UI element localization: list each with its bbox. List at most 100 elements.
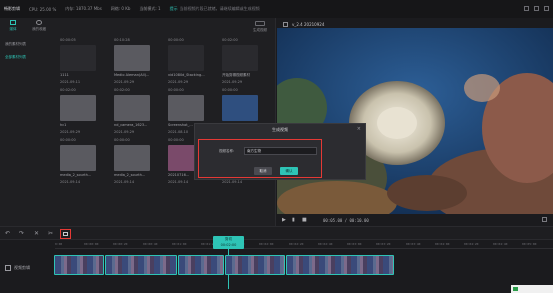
timeline-clip[interactable] xyxy=(54,255,104,275)
undo-icon[interactable]: ↶ xyxy=(4,230,11,237)
media-thumbnail[interactable] xyxy=(60,95,96,121)
cancel-button[interactable]: 取消 xyxy=(254,167,272,175)
media-name: media_2_sourth... xyxy=(60,173,92,177)
media-thumbnail[interactable] xyxy=(222,95,258,121)
media-date: 2021.09.29 xyxy=(168,80,189,84)
pause-icon[interactable]: ▮ xyxy=(292,217,297,223)
sidebar-item-all-materials[interactable]: 全部素材列表 xyxy=(0,51,56,64)
video-name-input[interactable]: 南方生物 xyxy=(244,147,317,155)
media-thumbnail[interactable] xyxy=(114,145,150,171)
media-item[interactable]: 00:00:00 xyxy=(168,88,208,95)
playhead-marker[interactable]: 剪切 00:02:00 xyxy=(213,236,244,249)
media-item[interactable]: 00:00:00 xyxy=(222,88,262,95)
media-thumbnail[interactable] xyxy=(60,145,96,171)
media-name: nd_camera_1623... xyxy=(114,123,148,127)
media-item[interactable]: 00:00:05 xyxy=(60,38,100,45)
maximize-icon[interactable] xyxy=(534,6,539,11)
media-item[interactable]: nd_camera_1623... 2021.09.29 xyxy=(114,95,154,140)
export-icon xyxy=(255,21,265,26)
ruler-tick: 00:03:00 xyxy=(347,242,362,246)
generate-video-dialog: 生成视频 × 视频名称: 南方生物 取消 确认 xyxy=(194,123,366,180)
confirm-button[interactable]: 确认 xyxy=(280,167,298,175)
media-item[interactable]: 开始剪辑视频素材 2021.09.29 xyxy=(222,45,262,90)
timeline-clip[interactable] xyxy=(286,255,394,275)
media-item[interactable]: 00:00:00 xyxy=(114,138,154,145)
media-item[interactable]: hc1 2021.09.29 xyxy=(60,95,100,140)
fullscreen-icon[interactable] xyxy=(542,217,547,222)
media-item[interactable]: vid1080d_Stacking... 2021.09.29 xyxy=(168,45,208,90)
media-duration: 00:02:00 xyxy=(114,88,130,92)
media-thumbnail[interactable] xyxy=(168,95,204,121)
star-icon xyxy=(36,20,42,25)
media-item[interactable]: 00:00:00 xyxy=(168,38,208,45)
media-item[interactable]: media_2_sourth... 2021.09.14 xyxy=(114,145,154,190)
media-duration: 00:00:05 xyxy=(60,38,76,42)
export-button[interactable] xyxy=(60,229,71,239)
ruler-tick: 00:04:40 xyxy=(493,242,508,246)
video-preview[interactable] xyxy=(277,28,553,214)
timeline-clip[interactable] xyxy=(105,255,177,275)
status-notice: 提示 当前视频片段已就绪，请继续编辑或生成视频 xyxy=(170,6,260,12)
delete-icon[interactable]: ✕ xyxy=(33,230,40,237)
ruler-tick: 00:00:20 xyxy=(113,242,128,246)
play-icon[interactable]: ▶ xyxy=(282,217,287,223)
media-date: 2021.09.14 xyxy=(114,180,135,184)
video-file-icon xyxy=(283,21,288,27)
ruler-tick: 00:00:00 xyxy=(84,242,99,246)
notice-tag: 提示 xyxy=(169,6,178,11)
dialog-highlight-box: 视频名称: 南方生物 取消 确认 xyxy=(198,139,322,178)
media-duration: 00:00:00 xyxy=(114,138,130,142)
media-item[interactable]: 00:00:00 xyxy=(60,138,100,145)
timeline-clip[interactable] xyxy=(225,255,285,275)
media-thumbnail[interactable] xyxy=(114,45,150,71)
dialog-close-icon[interactable]: × xyxy=(357,126,361,132)
generate-video-button[interactable]: 生成视频 xyxy=(248,21,272,35)
media-item[interactable]: 1111 2021.09.11 xyxy=(60,45,100,90)
media-item[interactable]: Medio Aleman(All)... 2021.09.29 xyxy=(114,45,154,90)
ruler-tick: 00:03:40 xyxy=(406,242,421,246)
video-name-label: 视频名称: xyxy=(219,149,235,153)
time-display: 00:05.00 / 00:10.00 xyxy=(323,217,369,223)
media-item[interactable]: 00:10:28 xyxy=(114,38,154,45)
ruler-tick: 00:03:20 xyxy=(376,242,391,246)
media-date: 2021.09.29 xyxy=(60,130,81,134)
media-date: 2021.09.14 xyxy=(60,180,81,184)
tab-favorites[interactable]: 我的收藏 xyxy=(28,20,50,36)
ruler-tick: 00:02:40 xyxy=(318,242,333,246)
media-thumbnail[interactable] xyxy=(60,45,96,71)
sidebar-item-my-materials[interactable]: 我的素材列表 xyxy=(0,38,56,51)
generate-video-label: 生成视频 xyxy=(253,28,267,32)
tab-media[interactable]: 媒体 xyxy=(5,20,21,36)
split-icon[interactable]: ✂ xyxy=(47,230,54,237)
export-icon xyxy=(63,232,68,236)
minimize-icon[interactable] xyxy=(524,6,529,11)
media-thumbnail[interactable] xyxy=(222,45,258,71)
media-name: Medio Aleman(All)... xyxy=(114,73,150,77)
timeline: 0:00 00:00:00 00:00:20 00:00:40 00:01:00 00:0… xyxy=(0,236,553,293)
material-sidebar: 我的素材列表 全部素材列表 xyxy=(0,38,56,226)
stop-icon[interactable]: ■ xyxy=(302,217,307,223)
media-date: 2021.09.29 xyxy=(114,130,135,134)
media-thumbnail[interactable] xyxy=(168,45,204,71)
media-date: 2021.09.14 xyxy=(168,180,189,184)
media-name: media_2_sourth... xyxy=(114,173,146,177)
redo-icon[interactable]: ↷ xyxy=(18,230,25,237)
close-icon[interactable] xyxy=(544,6,549,11)
media-duration: 00:00:00 xyxy=(168,38,184,42)
media-item[interactable]: media_2_sourth... 2021.09.14 xyxy=(60,145,100,190)
media-duration: 00:00:00 xyxy=(168,138,184,142)
media-name: vid1080d_Stacking... xyxy=(168,73,205,77)
preview-title-bar: v_2.4 20210924 xyxy=(283,20,324,28)
ruler-tick: 00:02:20 xyxy=(289,242,304,246)
timeline-clip[interactable] xyxy=(178,255,224,275)
ruler-tick: 00:02:00 xyxy=(259,242,274,246)
video-track-icon xyxy=(5,265,11,271)
media-icon xyxy=(10,20,16,25)
media-item[interactable]: 00:02:00 xyxy=(222,38,262,45)
timeline-ruler[interactable]: 0:00 00:00:00 00:00:20 00:00:40 00:01:00 00:0… xyxy=(55,241,553,249)
media-item[interactable]: 00:02:00 xyxy=(60,88,100,95)
media-name: hc1 xyxy=(60,123,67,127)
media-item[interactable]: 00:02:00 xyxy=(114,88,154,95)
media-thumbnail[interactable] xyxy=(114,95,150,121)
ruler-tick: 00:01:00 xyxy=(172,242,187,246)
